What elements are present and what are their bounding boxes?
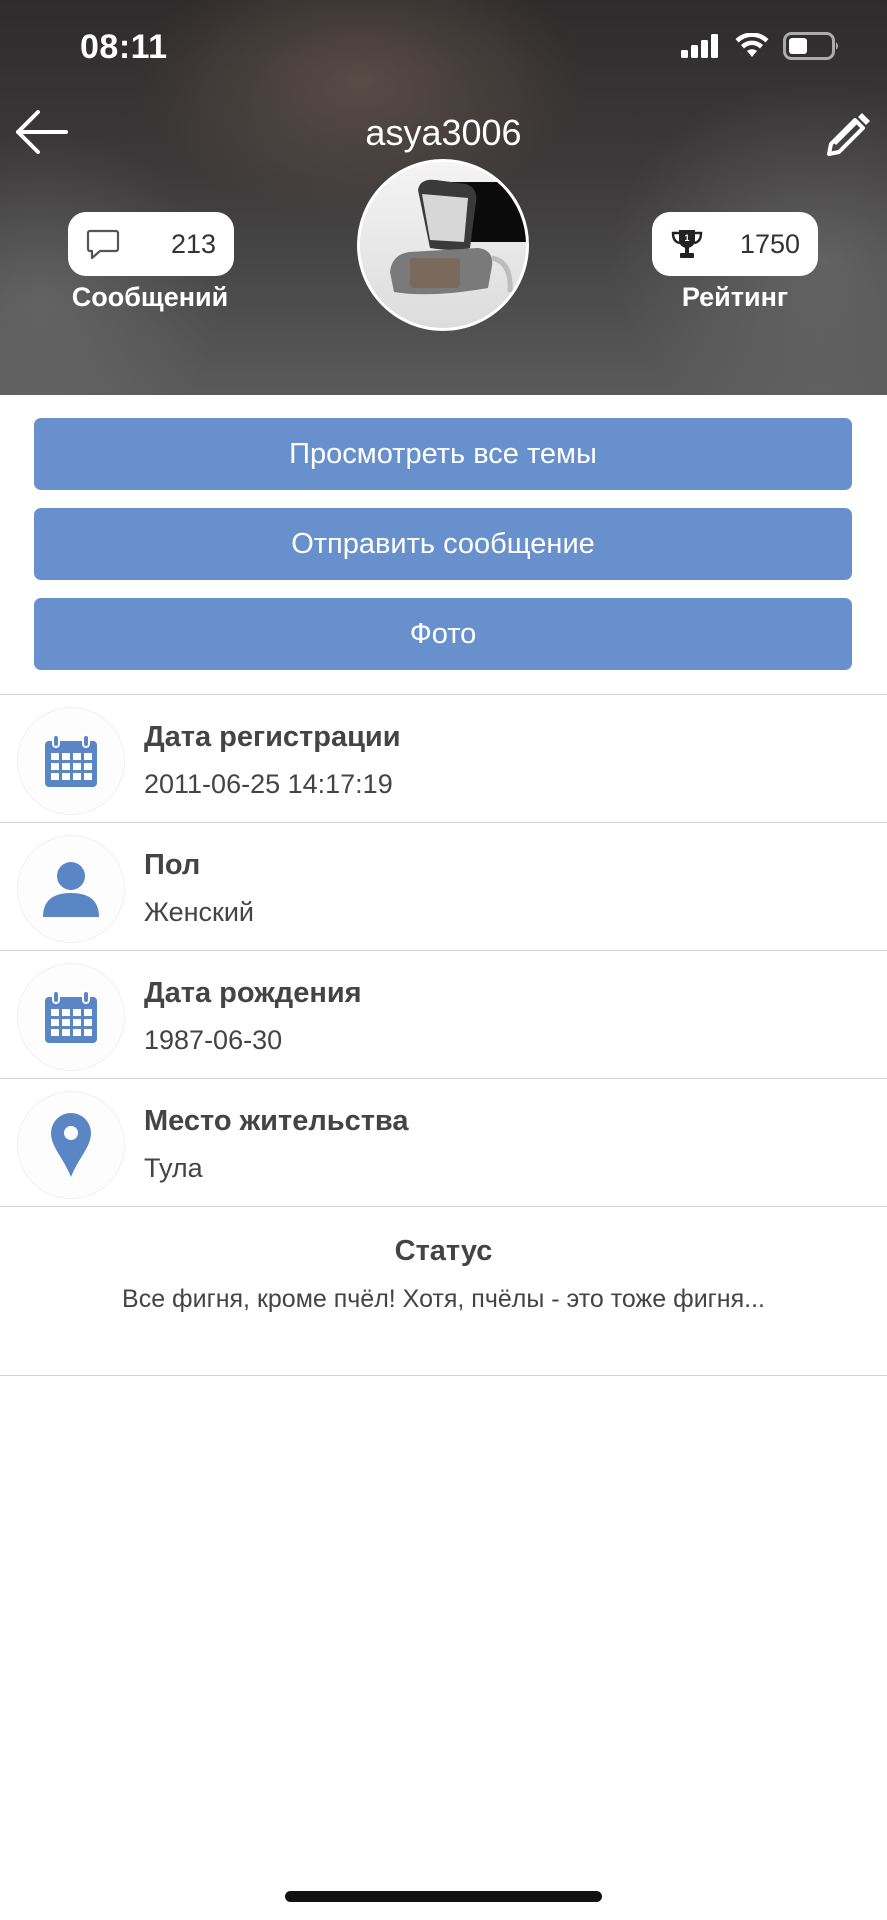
location-pin-icon: [17, 1091, 125, 1199]
info-value: Женский: [144, 897, 255, 927]
speech-bubble-icon: [86, 229, 120, 260]
user-status: Статус Все фигня, кроме пчёл! Хотя, пчёл…: [0, 1209, 887, 1376]
status-bar: 08:11: [0, 0, 887, 96]
info-value: 1987-06-30: [144, 1025, 283, 1055]
messages-label: Сообщений: [71, 282, 229, 312]
view-all-topics-button[interactable]: Просмотреть все темы: [34, 418, 852, 490]
info-title: Место жительства: [144, 1105, 409, 1137]
profile-header: 08:11 asya3006 213 Сообщений 1 1750 Рейт…: [0, 0, 887, 395]
info-title: Пол: [144, 849, 201, 881]
rating-pill[interactable]: 1 1750: [652, 212, 818, 276]
avatar-image: [360, 162, 526, 328]
info-title: Дата рождения: [144, 977, 362, 1009]
pencil-icon: [827, 113, 870, 156]
battery-icon: [783, 32, 838, 60]
home-indicator[interactable]: [285, 1891, 602, 1902]
status-title: Статус: [394, 1235, 493, 1267]
wifi-icon: [735, 33, 769, 57]
action-buttons: Просмотреть все темы Отправить сообщение…: [34, 418, 852, 688]
messages-count: 213: [170, 228, 216, 259]
status-icons: [681, 32, 841, 60]
info-row-location: Место жительства Тула: [0, 1079, 887, 1207]
edit-profile-button[interactable]: [823, 108, 873, 158]
info-title: Дата регистрации: [144, 721, 401, 753]
info-value: Тула: [144, 1153, 203, 1183]
info-value: 2011-06-25 14:17:19: [144, 769, 393, 799]
send-message-button[interactable]: Отправить сообщение: [34, 508, 852, 580]
username: asya3006: [365, 112, 522, 153]
rating-value: 1750: [739, 228, 800, 259]
info-row-birth-date: Дата рождения 1987-06-30: [0, 951, 887, 1079]
rating-label: Рейтинг: [681, 282, 789, 312]
status-time: 08:11: [80, 28, 168, 66]
info-row-gender: Пол Женский: [0, 823, 887, 951]
profile-info-list: Дата регистрации 2011-06-25 14:17:19 Пол…: [0, 695, 887, 1207]
messages-count-pill[interactable]: 213: [68, 212, 234, 276]
calendar-icon: [17, 707, 125, 815]
avatar[interactable]: [357, 159, 529, 331]
trophy-icon: 1: [671, 230, 703, 258]
svg-text:1: 1: [684, 233, 689, 243]
signal-icon: [681, 34, 718, 58]
photo-button[interactable]: Фото: [34, 598, 852, 670]
calendar-icon: [17, 963, 125, 1071]
person-icon: [17, 835, 125, 943]
info-row-registration-date: Дата регистрации 2011-06-25 14:17:19: [0, 695, 887, 823]
status-text: Все фигня, кроме пчёл! Хотя, пчёлы - это…: [122, 1285, 765, 1313]
